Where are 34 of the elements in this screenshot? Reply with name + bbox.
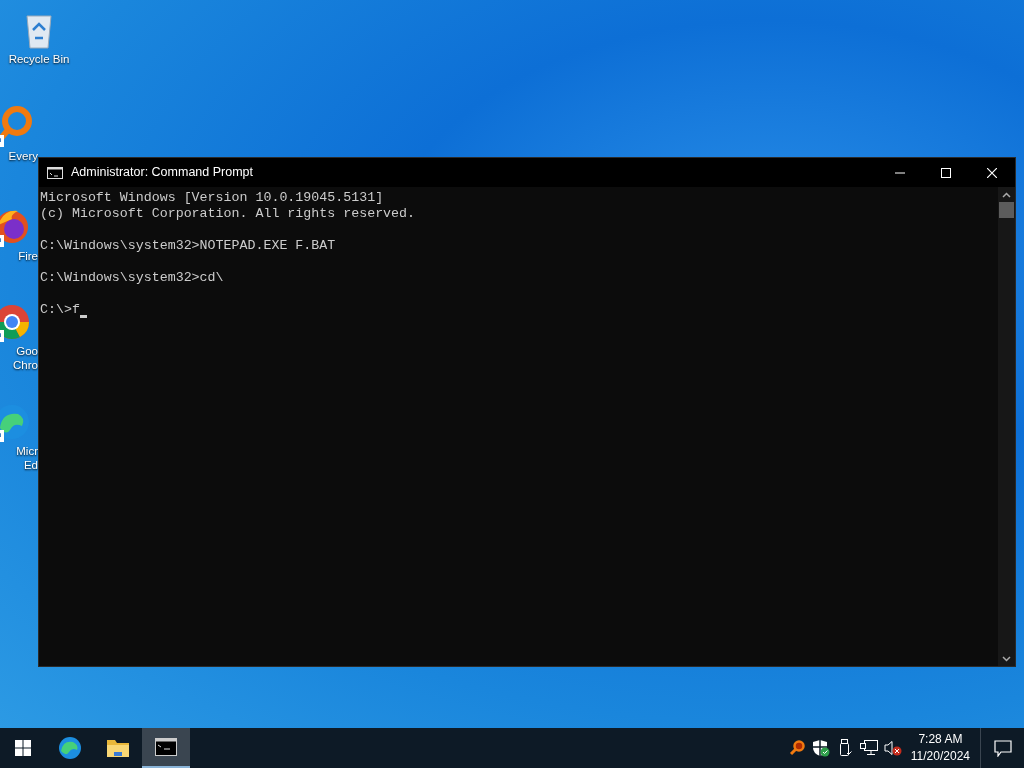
close-icon: [987, 167, 997, 178]
magnifier-icon[interactable]: [788, 740, 805, 756]
notification-icon[interactable]: [993, 739, 1012, 757]
icon-label[interactable]: Ed: [23, 458, 38, 472]
console-text: C:\>f: [40, 302, 80, 318]
magnifier-icon[interactable]: [0, 105, 32, 149]
scroll-up-icon[interactable]: [1002, 192, 1011, 198]
scroll-thumb[interactable]: [999, 202, 1014, 218]
scrollbar[interactable]: [998, 187, 1015, 666]
console-icon: [155, 738, 177, 756]
icon-label[interactable]: Recycle Bin: [8, 52, 70, 66]
scroll-down-icon[interactable]: [1002, 656, 1011, 662]
window-title: Administrator: Command Prompt: [71, 164, 253, 182]
icon-label[interactable]: Every: [8, 149, 38, 163]
console-text: C:\Windows\system32>cd\: [40, 270, 225, 286]
icon-label[interactable]: Fire: [18, 249, 38, 263]
speaker-muted-icon[interactable]: [883, 740, 902, 756]
icon-label[interactable]: Micr: [16, 444, 38, 458]
icon-label[interactable]: Chro: [13, 358, 38, 372]
maximize-icon: [941, 167, 951, 178]
network-icon[interactable]: [859, 740, 878, 756]
usb-drive-icon[interactable]: [837, 739, 852, 757]
console-text: C:\Windows\system32>NOTEPAD.EXE F.BAT: [40, 238, 337, 254]
shield-icon[interactable]: [811, 739, 830, 757]
clock-date[interactable]: 11/20/2024: [910, 748, 970, 765]
console-icon: [47, 166, 63, 179]
console-text: (c) Microsoft Corporation. All rights reserved.: [40, 206, 417, 222]
icon-label[interactable]: Goo: [16, 344, 38, 358]
clock-time[interactable]: 7:28 AM: [910, 731, 970, 748]
wave-logo-icon: [58, 736, 82, 760]
console-text: Microsoft Windows [Version 10.0.19045.5131]: [40, 190, 385, 206]
taskbar-button[interactable]: [142, 728, 190, 768]
start-icon: [15, 740, 31, 756]
folder-icon: [106, 738, 130, 758]
